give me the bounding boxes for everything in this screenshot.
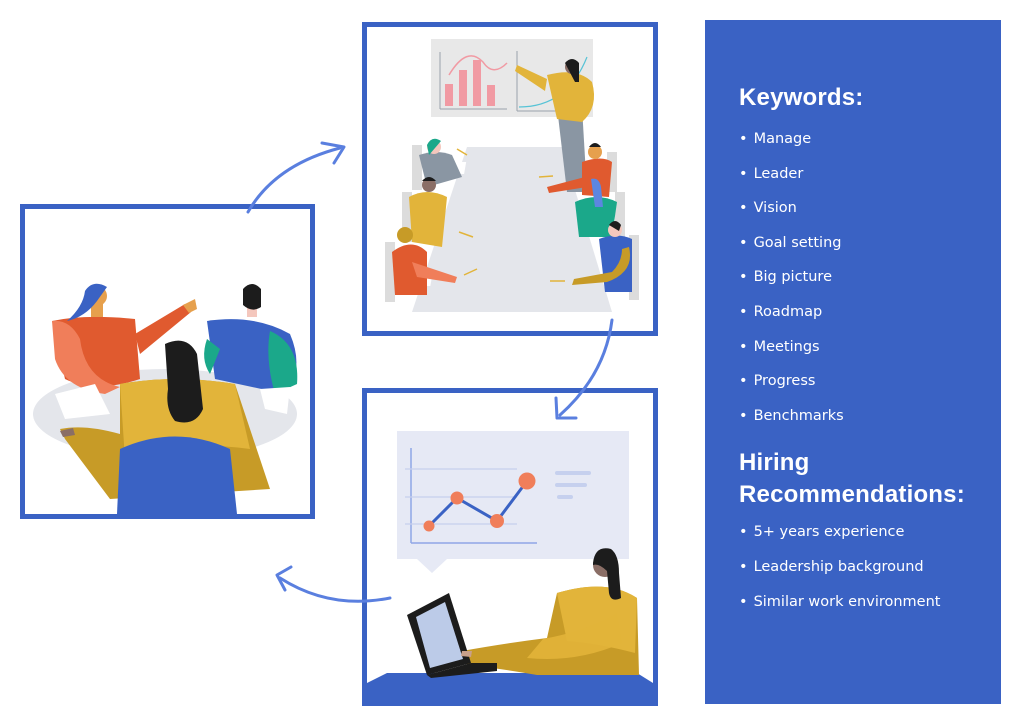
bullet-icon: •	[739, 558, 748, 575]
keywords-heading: Keywords:	[739, 84, 864, 111]
whiteboard-bar	[459, 70, 467, 106]
keyword-text: Vision	[753, 200, 797, 217]
illustration-frame-presentation	[362, 22, 658, 336]
hiring-item: • 5+ years experience	[739, 515, 981, 550]
illustration-frame-analysis	[362, 388, 658, 706]
bullet-icon: •	[739, 269, 748, 286]
keyword-item: • Roadmap	[739, 295, 981, 330]
info-panel: Keywords: • Manage • Leader • Vision • Goal …	[705, 20, 1001, 704]
keyword-text: Manage	[753, 131, 812, 147]
bullet-icon: •	[739, 200, 748, 217]
keyword-item: • Leader	[739, 157, 981, 192]
hiring-text: Leadership background	[753, 558, 924, 575]
bullet-icon: •	[739, 303, 748, 320]
chart-point	[450, 491, 464, 505]
bullet-icon: •	[739, 524, 748, 541]
hiring-text: 5+ years experience	[753, 524, 905, 541]
arrow-to-presentation	[246, 141, 346, 214]
hiring-heading-line1: Hiring	[739, 449, 810, 477]
bullet-icon: •	[739, 165, 748, 182]
illustration-frame-discussion	[20, 204, 315, 519]
keyword-text: Roadmap	[753, 303, 823, 320]
keyword-text: Goal setting	[753, 234, 842, 251]
bullet-icon: •	[739, 234, 748, 251]
person-at-laptop	[462, 548, 639, 675]
hiring-heading-line2: Recommendations:	[739, 481, 965, 509]
whiteboard-bar	[473, 60, 481, 106]
whiteboard-bar	[445, 84, 453, 106]
keyword-item: • Goal setting	[739, 226, 981, 261]
analysis-illustration	[367, 431, 653, 701]
hiring-item: • Similar work environment	[739, 585, 981, 620]
bullet-icon: •	[739, 131, 748, 147]
chart-point	[518, 472, 536, 490]
keyword-item: • Benchmarks	[739, 399, 981, 434]
bullet-icon: •	[739, 593, 748, 610]
hiring-text: Similar work environment	[753, 593, 941, 610]
keyword-item: • Big picture	[739, 260, 981, 295]
chart-bubble-tail	[417, 559, 447, 573]
chart-bubble	[397, 431, 629, 559]
keyword-text: Big picture	[753, 269, 832, 286]
keyword-item: • Progress	[739, 364, 981, 399]
keyword-text: Leader	[753, 165, 804, 182]
bullet-icon: •	[739, 373, 748, 390]
chair-back	[117, 436, 237, 514]
keyword-text: Meetings	[753, 338, 820, 355]
desk-floor	[367, 673, 653, 701]
keyword-item: • Manage	[739, 122, 981, 157]
hiring-heading: Hiring Recommendations:	[739, 447, 981, 511]
laptop	[407, 593, 497, 678]
discussion-illustration	[33, 283, 298, 514]
keyword-item: • Vision	[739, 191, 981, 226]
presentation-illustration	[385, 39, 653, 312]
keyword-item: • Meetings	[739, 330, 981, 365]
bullet-icon: •	[739, 338, 748, 355]
hiring-item: • Leadership background	[739, 550, 981, 585]
hiring-list: • 5+ years experience • Leadership backgro…	[739, 515, 981, 619]
chart-point	[423, 520, 435, 532]
chart-point	[490, 514, 504, 528]
person-bearded-man	[204, 284, 298, 394]
keyword-text: Benchmarks	[753, 407, 844, 424]
keywords-list: • Manage • Leader • Vision • Goal setting • B…	[739, 122, 981, 433]
person-seated-grey	[412, 138, 462, 190]
keyword-text: Progress	[753, 373, 816, 390]
whiteboard-bar	[487, 85, 495, 106]
bullet-icon: •	[739, 407, 748, 424]
